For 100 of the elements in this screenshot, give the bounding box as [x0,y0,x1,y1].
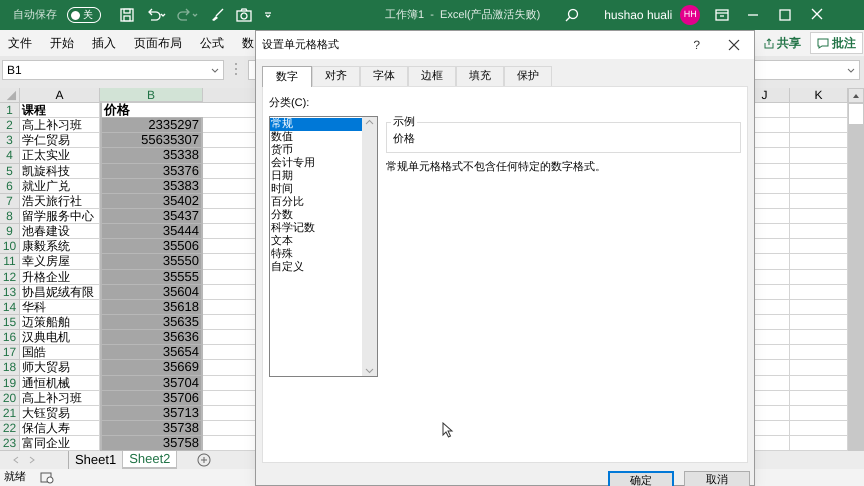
dialog-button[interactable]: 取消 [684,471,750,486]
user-avatar[interactable]: HH [680,5,700,25]
list-item[interactable]: 会计专用 [270,156,362,170]
share-button[interactable]: 共享 [760,32,804,54]
row-header[interactable]: 21 [0,406,20,421]
comment-icon [817,37,829,49]
list-item[interactable]: 自定义 [270,260,362,274]
dialog-button[interactable]: 确定 [608,471,674,486]
up-arrow-icon [852,92,860,98]
table-cell: 55635307 [100,133,203,148]
table-cell: 35383 [100,178,203,194]
table-cell: 35654 [100,345,203,360]
list-item[interactable]: 分数 [270,208,362,222]
status-text: 就绪 [4,470,26,486]
row-header[interactable]: 14 [0,300,20,315]
list-item[interactable]: 特殊 [270,248,362,260]
row-header[interactable]: 6 [0,178,20,194]
camera-icon[interactable] [235,7,253,23]
share-icon [763,37,775,49]
list-item[interactable]: 科学记数 [270,222,362,234]
row-header[interactable]: 8 [0,208,20,224]
table-cell: 35635 [100,314,203,330]
scroll-up-button[interactable] [848,88,864,103]
column-header[interactable]: B [100,88,203,103]
row-header[interactable]: 4 [0,148,20,164]
row-header[interactable]: 15 [0,314,20,330]
ribbon-tab[interactable]: 公式 [200,34,224,52]
row-header[interactable]: 18 [0,360,20,376]
comments-button[interactable]: 批注 [810,32,863,54]
table-cell: 35636 [100,330,203,346]
close-icon[interactable] [728,39,740,51]
list-scrollbar[interactable] [362,116,377,376]
dialog-tab[interactable]: 填充 [456,66,504,86]
row-header[interactable]: 17 [0,345,20,360]
row-header[interactable]: 19 [0,376,20,391]
list-item[interactable]: 文本 [270,234,362,248]
table-cell: 35758 [100,436,203,452]
column-header[interactable]: A [20,88,100,103]
ribbon-display-icon[interactable] [714,7,730,23]
ribbon-tab[interactable]: 数 [242,34,254,52]
add-sheet-icon[interactable] [197,453,212,468]
column-header[interactable]: K [790,88,848,103]
dialog-tab[interactable]: 字体 [360,66,408,86]
search-icon[interactable] [564,7,580,23]
user-name: hushao huali [604,7,672,24]
row-header[interactable]: 11 [0,254,20,270]
table-cell: 35550 [100,254,203,270]
row-header[interactable]: 13 [0,284,20,300]
ribbon-tab[interactable]: 页面布局 [134,34,182,52]
row-header[interactable]: 1 [0,103,20,118]
category-list[interactable]: 常规 数值 货币 会计专用 日期 时间 百分比 分数 科学记数 文本 特殊 自定义 [269,116,378,376]
row-header[interactable]: 20 [0,390,20,406]
dialog-tab[interactable]: 边框 [408,66,456,86]
autosave-toggle[interactable]: 关 [67,7,101,23]
dialog-tab[interactable]: 数字 [262,66,312,87]
table-cell: 35706 [100,390,203,406]
list-item[interactable]: 日期 [270,170,362,182]
table-cell: 35555 [100,270,203,285]
list-item[interactable]: 数值 [270,130,362,144]
sheet-tab[interactable]: Sheet2 [122,451,178,470]
dropdown-caret-icon [211,66,219,74]
table-cell: 35338 [100,148,203,164]
table-cell: 35437 [100,208,203,224]
table-cell: 35669 [100,360,203,376]
table-cell: 35738 [100,420,203,436]
scrollbar-thumb[interactable] [848,103,864,125]
row-header[interactable]: 5 [0,164,20,179]
sample-value: 价格 [393,132,415,147]
ribbon-tab[interactable]: 开始 [50,34,74,52]
cursor-icon [442,422,454,438]
dialog-tab[interactable]: 保护 [504,66,552,86]
up-caret-icon [365,118,374,124]
ribbon-tab[interactable]: 文件 [8,34,32,52]
macro-record-icon[interactable] [40,472,54,484]
save-icon[interactable] [119,7,135,23]
table-cell: 价格 [100,103,203,118]
row-header[interactable]: 2 [0,118,20,134]
row-header[interactable]: 9 [0,224,20,240]
help-button[interactable]: ? [693,36,700,54]
list-item[interactable]: 常规 [270,118,362,130]
redo-icon [177,7,199,23]
category-label: 分类(C): [269,96,310,111]
table-cell: 35506 [100,239,203,254]
row-header[interactable]: 3 [0,133,20,148]
ribbon-tab[interactable]: 插入 [92,34,116,52]
name-box[interactable]: B1 [2,60,224,80]
list-item[interactable]: 货币 [270,144,362,156]
row-header[interactable]: 16 [0,330,20,346]
row-header[interactable]: 22 [0,420,20,436]
row-header[interactable]: 12 [0,270,20,285]
list-item[interactable]: 时间 [270,182,362,196]
table-cell: 35713 [100,406,203,421]
row-header[interactable]: 7 [0,194,20,209]
list-item[interactable]: 百分比 [270,196,362,208]
autosave-label: 自动保存 [13,8,57,23]
dialog-tab[interactable]: 对齐 [312,66,360,86]
maximize-icon[interactable] [778,7,792,23]
row-header[interactable]: 10 [0,239,20,254]
row-header[interactable]: 23 [0,436,20,452]
expand-caret-icon[interactable] [847,66,855,74]
